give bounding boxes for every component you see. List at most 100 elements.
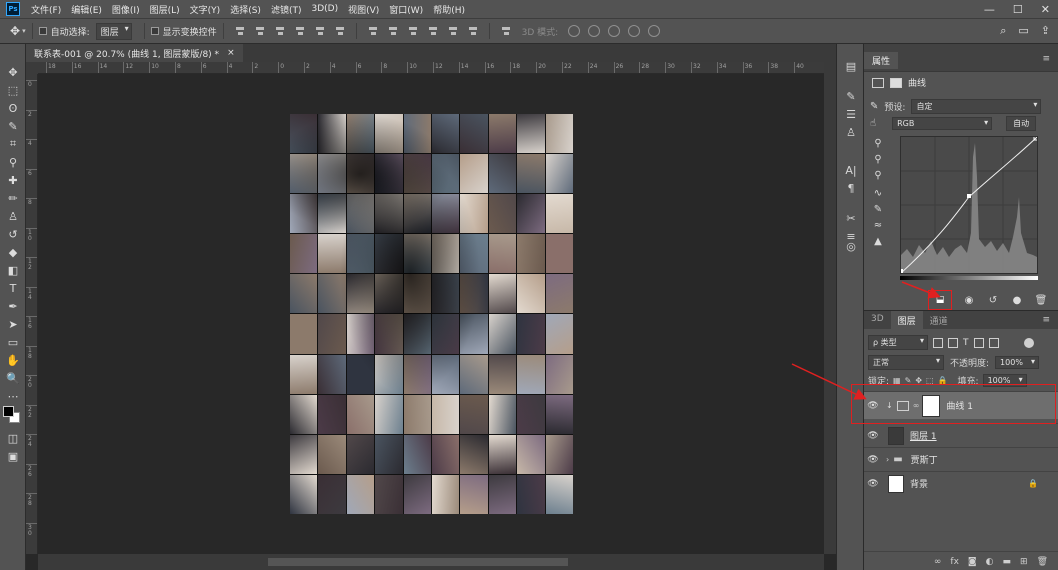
auto-select-checkbox[interactable] xyxy=(38,27,47,35)
maximize-button[interactable]: ☐ xyxy=(1013,3,1023,16)
character-panel-icon[interactable]: A| xyxy=(842,162,860,178)
share-icon[interactable]: ⇪ xyxy=(1041,24,1050,38)
menu-file[interactable]: 文件(F) xyxy=(26,3,66,16)
layer-mask-thumbnail[interactable] xyxy=(922,394,941,417)
align-hcenter-icon[interactable] xyxy=(313,25,327,37)
align-top-icon[interactable] xyxy=(233,25,247,37)
visibility-eye-icon[interactable]: 👁 xyxy=(864,431,882,441)
history-brush-tool-icon[interactable]: ↺ xyxy=(3,226,23,242)
brush-settings-icon[interactable]: ✎ xyxy=(842,88,860,104)
menu-help[interactable]: 帮助(H) xyxy=(428,3,470,16)
layer-mask-icon[interactable] xyxy=(890,77,902,88)
filter-smart-object-icon[interactable] xyxy=(988,337,999,348)
filter-type-icon[interactable]: T xyxy=(963,338,969,348)
tool-preset-dropdown-icon[interactable]: ▾ xyxy=(22,27,26,35)
hand-tool-icon[interactable]: ✋ xyxy=(3,352,23,368)
filter-shape-icon[interactable] xyxy=(973,337,984,348)
document-tab[interactable]: 联系表-001 @ 20.7% (曲线 1, 图层蒙版/8) * × xyxy=(26,44,243,62)
move-tool-icon[interactable]: ✥ xyxy=(10,24,20,38)
layer-row-background[interactable]: 👁 背景 🔒 xyxy=(864,471,1058,495)
move-tool-icon[interactable]: ✥ xyxy=(3,64,23,80)
align-right-icon[interactable] xyxy=(333,25,347,37)
filter-adjustment-icon[interactable] xyxy=(948,337,958,348)
menu-select[interactable]: 选择(S) xyxy=(225,3,266,16)
opacity-input[interactable]: 100% xyxy=(995,356,1040,369)
photo-mosaic-image[interactable] xyxy=(290,114,573,514)
link-layers-icon[interactable]: ∞ xyxy=(934,557,942,567)
3d-slide-icon[interactable] xyxy=(628,25,641,37)
auto-align-icon[interactable] xyxy=(499,25,513,37)
filter-toggle-icon[interactable] xyxy=(1023,337,1034,348)
adjustments-icon[interactable]: ☰ xyxy=(842,106,860,122)
lock-image-icon[interactable]: ✎ xyxy=(905,376,912,385)
add-mask-icon[interactable]: ◙ xyxy=(968,557,977,567)
lock-position-icon[interactable]: ✥ xyxy=(915,376,922,385)
target-adjust-icon[interactable]: ☝ xyxy=(870,118,876,129)
type-tool-icon[interactable]: T xyxy=(3,280,23,296)
layer-name[interactable]: 背景 xyxy=(910,477,928,490)
distribute-left-icon[interactable] xyxy=(426,25,440,37)
white-point-eyedropper-icon[interactable]: ⚲ xyxy=(870,168,886,182)
visibility-eye-icon[interactable]: 👁 xyxy=(864,401,882,411)
history-panel-icon[interactable]: ▤ xyxy=(842,58,860,74)
tool-presets-icon[interactable]: ✂ xyxy=(842,210,860,226)
auto-select-target-dropdown[interactable]: 图层 xyxy=(95,22,132,40)
new-layer-icon[interactable]: ⊞ xyxy=(1020,557,1028,567)
auto-button[interactable]: 自动 xyxy=(1006,116,1037,131)
eyedropper-tool-icon[interactable]: ⚲ xyxy=(3,154,23,170)
vertical-scrollbar[interactable] xyxy=(824,62,836,554)
layer-thumbnail[interactable] xyxy=(888,474,904,493)
more-tools-icon[interactable]: ⋯ xyxy=(3,388,23,404)
layer-style-fx-button[interactable]: fx xyxy=(950,557,959,567)
3d-pan-icon[interactable] xyxy=(608,25,621,37)
menu-window[interactable]: 窗口(W) xyxy=(384,3,428,16)
rectangle-tool-icon[interactable]: ▭ xyxy=(3,334,23,350)
chain-link-icon[interactable]: ∞ xyxy=(913,401,920,410)
clone-source-icon[interactable]: ♙ xyxy=(842,124,860,140)
lock-all-icon[interactable]: 🔒 xyxy=(938,376,948,385)
draw-curve-icon[interactable]: ✎ xyxy=(870,202,886,216)
expand-chevron-icon[interactable]: › xyxy=(886,455,889,464)
view-previous-state-icon[interactable]: ◉ xyxy=(962,294,976,306)
align-left-icon[interactable] xyxy=(293,25,307,37)
delete-layer-icon[interactable]: 🗑 xyxy=(1037,557,1048,567)
3d-roll-icon[interactable] xyxy=(588,25,601,37)
crop-tool-icon[interactable]: ⌗ xyxy=(3,136,23,152)
horizontal-scroll-thumb[interactable] xyxy=(268,558,568,566)
align-vcenter-icon[interactable] xyxy=(253,25,267,37)
tab-channels[interactable]: 通道 xyxy=(923,311,955,329)
brush-tool-icon[interactable]: ✏ xyxy=(3,190,23,206)
marquee-tool-icon[interactable]: ⬚ xyxy=(3,82,23,98)
curves-graph-svg[interactable] xyxy=(899,135,1039,274)
menu-3d[interactable]: 3D(D) xyxy=(306,4,343,14)
visibility-eye-icon[interactable]: 👁 xyxy=(864,455,882,465)
clip-to-layer-button[interactable]: ⬓ xyxy=(928,290,952,310)
filter-pixel-icon[interactable] xyxy=(933,337,943,348)
zoom-tool-icon[interactable]: 🔍 xyxy=(3,370,23,386)
menu-view[interactable]: 视图(V) xyxy=(343,3,384,16)
toggle-visibility-icon[interactable]: ● xyxy=(1010,294,1024,306)
distribute-top-icon[interactable] xyxy=(366,25,380,37)
tab-properties[interactable]: 属性 xyxy=(864,52,899,69)
new-adjustment-layer-icon[interactable]: ◐ xyxy=(986,557,994,567)
paragraph-panel-icon[interactable]: ¶ xyxy=(842,180,860,196)
tab-layers[interactable]: 图层 xyxy=(890,311,923,329)
distribute-vcenter-icon[interactable] xyxy=(386,25,400,37)
libraries-icon[interactable]: ◎ xyxy=(842,238,860,254)
quick-mask-icon[interactable]: ◫ xyxy=(3,430,23,446)
foreground-color-swatch[interactable] xyxy=(3,406,14,417)
preset-dropdown[interactable]: 自定 xyxy=(911,99,1042,114)
fill-input[interactable]: 100% xyxy=(982,374,1027,387)
pen-tool-icon[interactable]: ✒ xyxy=(3,298,23,314)
workspace-icon[interactable]: ▭ xyxy=(1018,24,1028,38)
ruler-origin[interactable] xyxy=(26,62,38,74)
lasso-tool-icon[interactable]: ʘ xyxy=(3,100,23,116)
vertical-ruler[interactable]: 0 2 4 6 8 1 0 1 2 1 4 1 6 1 8 2 0 2 2 2 4 2 6 2 8 3 0 xyxy=(26,74,38,554)
close-document-icon[interactable]: × xyxy=(227,48,235,58)
panel-menu-icon[interactable]: ≡ xyxy=(1042,315,1050,325)
menu-filter[interactable]: 滤镜(T) xyxy=(266,3,307,16)
menu-layer[interactable]: 图层(L) xyxy=(145,3,185,16)
on-image-adjust-icon[interactable]: ✎ xyxy=(870,101,878,112)
horizontal-scrollbar[interactable] xyxy=(38,554,824,570)
lock-artboard-icon[interactable]: ⬚ xyxy=(926,376,934,385)
